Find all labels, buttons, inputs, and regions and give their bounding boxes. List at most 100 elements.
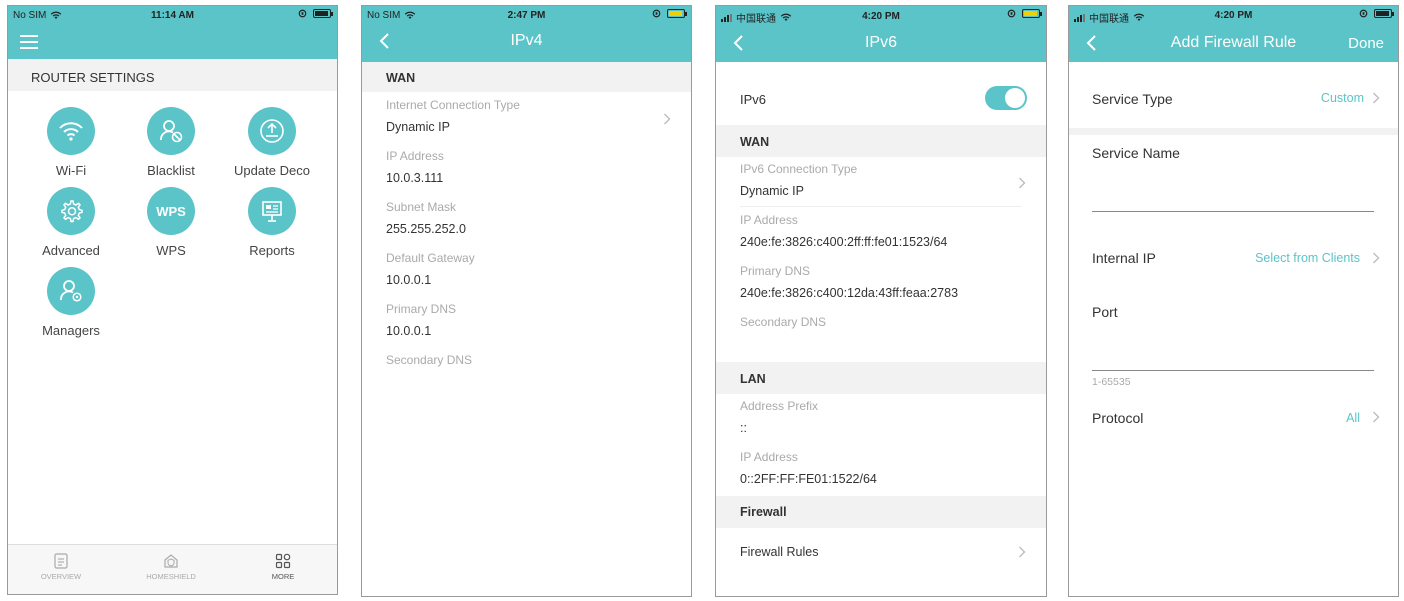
section-wan: WAN xyxy=(362,62,691,92)
orientation-lock-icon xyxy=(298,9,307,18)
ipv4-screen: No SIM 2:47 PM IPv4 WAN Internet Connect… xyxy=(361,5,692,597)
field-value: 255.255.252.0 xyxy=(386,222,466,236)
field-value: 10.0.0.1 xyxy=(386,273,432,287)
tab-more[interactable]: MORE xyxy=(233,553,333,581)
chevron-right-icon xyxy=(1019,546,1026,558)
page-title: IPv4 xyxy=(510,32,543,49)
page-title: IPv6 xyxy=(864,34,897,51)
status-bar: No SIM 11:14 AM xyxy=(8,6,337,24)
header: No SIM 11:14 AM xyxy=(8,6,337,59)
section-separator xyxy=(1069,128,1398,135)
firewall-rules-row[interactable]: Firewall Rules xyxy=(716,528,1046,576)
tile-reports[interactable]: Reports xyxy=(222,187,322,258)
field-key: Subnet Mask xyxy=(386,200,457,214)
gear-icon xyxy=(47,187,95,235)
chevron-right-icon xyxy=(1373,252,1380,264)
nav-bar: IPv4 xyxy=(362,24,691,60)
section-wan: WAN xyxy=(716,125,1046,157)
overview-icon xyxy=(54,553,68,569)
field-value: 10.0.3.111 xyxy=(386,171,444,185)
header: No SIM 2:47 PM IPv4 xyxy=(362,6,691,62)
clock: 2:47 PM xyxy=(507,10,546,21)
battery-icon xyxy=(1374,9,1394,18)
port-input[interactable] xyxy=(1092,370,1374,371)
clock: 11:14 AM xyxy=(151,10,194,21)
field-value: 0::2FF:FF:FE01:1522/64 xyxy=(740,472,877,486)
internal-ip-row[interactable]: Internal IP Select from Clients xyxy=(1069,236,1398,280)
more-screen: No SIM 11:14 AM ROUTER SETTINGS Wi-Fi Bl… xyxy=(7,5,338,595)
tile-label: Managers xyxy=(42,323,100,338)
nav-bar: Add Firewall Rule Done xyxy=(1069,24,1398,60)
field-value: 240e:fe:3826:c400:2ff:ff:fe01:1523/64 xyxy=(740,235,948,249)
firewall-rules-label: Firewall Rules xyxy=(740,545,819,559)
field-key: IPv6 Connection Type xyxy=(740,162,858,176)
managers-icon xyxy=(47,267,95,315)
tile-update-deco[interactable]: Update Deco xyxy=(222,107,322,178)
tab-homeshield[interactable]: HOMESHIELD xyxy=(121,553,221,581)
field-value: 10.0.0.1 xyxy=(386,324,432,338)
field-connection-type[interactable]: Internet Connection Type Dynamic IP xyxy=(362,98,691,134)
field-value: :: xyxy=(740,421,747,435)
tab-label: MORE xyxy=(271,572,295,581)
update-icon xyxy=(248,107,296,155)
status-bar: No SIM 2:47 PM xyxy=(362,6,691,24)
tile-blacklist[interactable]: Blacklist xyxy=(121,107,221,178)
protocol-row[interactable]: Protocol All xyxy=(1069,396,1398,440)
field-value: Dynamic IP xyxy=(740,184,804,198)
tab-bar: OVERVIEW HOMESHIELD MORE xyxy=(8,544,337,594)
protocol-label: Protocol xyxy=(1092,410,1144,426)
tile-label: WPS xyxy=(156,243,186,258)
field-key: Address Prefix xyxy=(740,399,819,413)
tile-label: Advanced xyxy=(42,243,100,258)
chevron-right-icon xyxy=(1373,92,1380,104)
section-title: ROUTER SETTINGS xyxy=(8,59,337,91)
orientation-lock-icon xyxy=(1359,9,1368,18)
ipv6-toggle[interactable] xyxy=(985,86,1027,110)
field-primary-dns: Primary DNS 240e:fe:3826:c400:12da:43ff:… xyxy=(716,264,958,300)
tile-advanced[interactable]: Advanced xyxy=(21,187,121,258)
tile-managers[interactable]: Managers xyxy=(21,267,121,338)
wps-icon-text: WPS xyxy=(156,203,186,219)
divider xyxy=(740,206,1022,207)
done-button[interactable]: Done xyxy=(1348,35,1384,52)
field-lan-ip-address: IP Address 0::2FF:FF:FE01:1522/64 xyxy=(716,450,877,486)
more-icon xyxy=(275,553,291,569)
port-label: Port xyxy=(1092,304,1118,320)
tile-label: Update Deco xyxy=(234,163,310,178)
tab-overview[interactable]: OVERVIEW xyxy=(11,553,111,581)
tile-wps[interactable]: WPS WPS xyxy=(121,187,221,258)
field-ipv6-connection-type[interactable]: IPv6 Connection Type Dynamic IP xyxy=(716,162,1046,198)
ipv6-toggle-label: IPv6 xyxy=(740,92,767,107)
field-value: Dynamic IP xyxy=(386,120,450,134)
field-key: Secondary DNS xyxy=(386,353,473,367)
field-key: Default Gateway xyxy=(386,251,475,265)
tile-label: Reports xyxy=(249,243,295,258)
tile-wifi[interactable]: Wi-Fi xyxy=(21,107,121,178)
tile-label: Blacklist xyxy=(147,163,195,178)
tile-label: Wi-Fi xyxy=(55,163,87,178)
service-name-input[interactable] xyxy=(1092,211,1374,212)
field-ip-address: IP Address 240e:fe:3826:c400:2ff:ff:fe01… xyxy=(716,213,947,249)
service-type-row[interactable]: Service Type Custom xyxy=(1069,62,1398,130)
blacklist-user-icon xyxy=(147,107,195,155)
field-key: Secondary DNS xyxy=(740,315,827,329)
status-bar: 中国联通 4:20 PM xyxy=(1069,6,1398,25)
section-firewall: Firewall xyxy=(716,496,1046,528)
field-primary-dns: Primary DNS 10.0.0.1 xyxy=(362,302,456,338)
field-key: IP Address xyxy=(386,149,444,163)
battery-icon xyxy=(667,9,687,18)
tab-label: HOMESHIELD xyxy=(146,572,196,581)
status-bar: 中国联通 4:20 PM xyxy=(716,6,1046,25)
field-key: IP Address xyxy=(740,450,798,464)
homeshield-icon xyxy=(164,554,178,568)
menu-icon[interactable] xyxy=(20,35,38,49)
field-key: Primary DNS xyxy=(740,264,811,278)
field-subnet-mask: Subnet Mask 255.255.252.0 xyxy=(362,200,466,236)
field-secondary-dns: Secondary DNS xyxy=(716,315,826,337)
orientation-lock-icon xyxy=(1007,9,1016,18)
field-ip-address: IP Address 10.0.3.111 xyxy=(362,149,444,185)
add-firewall-rule-screen: 中国联通 4:20 PM Add Firewall Rule Done Serv… xyxy=(1068,5,1399,597)
select-from-clients-link[interactable]: Select from Clients xyxy=(1255,251,1360,265)
protocol-value: All xyxy=(1346,411,1360,425)
chevron-right-icon xyxy=(664,113,671,125)
